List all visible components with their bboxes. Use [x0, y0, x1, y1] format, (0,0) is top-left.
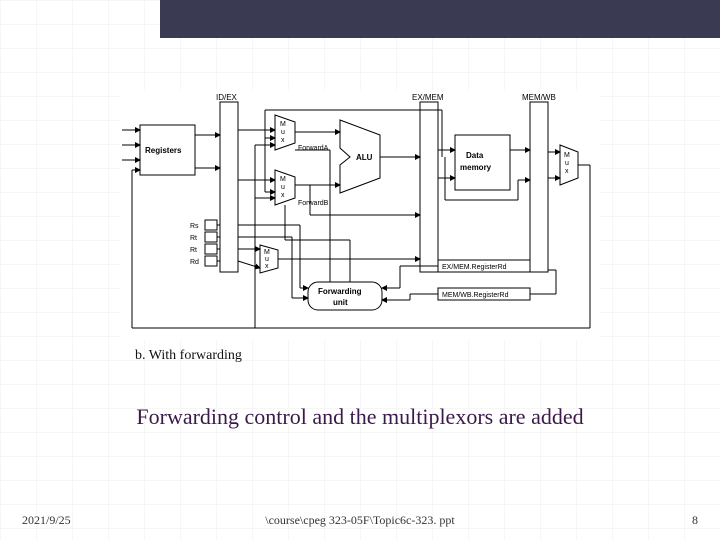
label-rs: Rs — [190, 223, 199, 230]
main-caption: Forwarding control and the multiplexors … — [0, 404, 720, 430]
label-mux-rd-u: u — [265, 256, 269, 263]
label-idex: ID/EX — [216, 93, 238, 102]
label-rt1: Rt — [190, 235, 197, 242]
label-rd: Rd — [190, 259, 199, 266]
label-data-memory-2: memory — [460, 163, 492, 172]
label-mux-b-x: x — [281, 192, 285, 199]
label-fwd1: Forwarding — [318, 287, 362, 296]
label-mux-wb-x: x — [565, 168, 569, 175]
label-mux-b-m: M — [280, 176, 286, 183]
footer-path: \course\cpeg 323-05F\Topic6c-323. ppt — [0, 513, 720, 528]
label-exmem: EX/MEM — [412, 93, 444, 102]
label-registers: Registers — [145, 146, 182, 155]
label-mux-wb-u: u — [565, 160, 569, 167]
label-memwb-rd: MEM/WB.RegisterRd — [442, 292, 509, 299]
label-data-memory-1: Data — [466, 151, 484, 160]
label-exmem-rd: EX/MEM.RegisterRd — [442, 264, 507, 271]
label-alu: ALU — [356, 153, 373, 162]
slide-header-bar — [160, 0, 720, 38]
label-forward-a: ForwardA — [298, 145, 329, 152]
label-memwb: MEM/WB — [522, 93, 556, 102]
label-mux-a-m: M — [280, 121, 286, 128]
label-mux-rd-m: M — [264, 249, 270, 256]
label-forward-b: ForwardB — [298, 200, 329, 207]
label-mux-a-u: u — [281, 129, 285, 136]
label-mux-wb-m: M — [564, 152, 570, 159]
label-mux-a-x: x — [281, 137, 285, 144]
label-fwd2: unit — [333, 298, 348, 307]
label-rt2: Rt — [190, 247, 197, 254]
subcaption-b: b. With forwarding — [135, 348, 242, 364]
label-mux-rd-x: x — [265, 263, 269, 270]
label-mux-b-u: u — [281, 184, 285, 191]
pipeline-forwarding-diagram: ID/EX EX/MEM MEM/WB Registers M u x M u … — [120, 90, 600, 340]
footer-page-number: 8 — [692, 513, 698, 528]
